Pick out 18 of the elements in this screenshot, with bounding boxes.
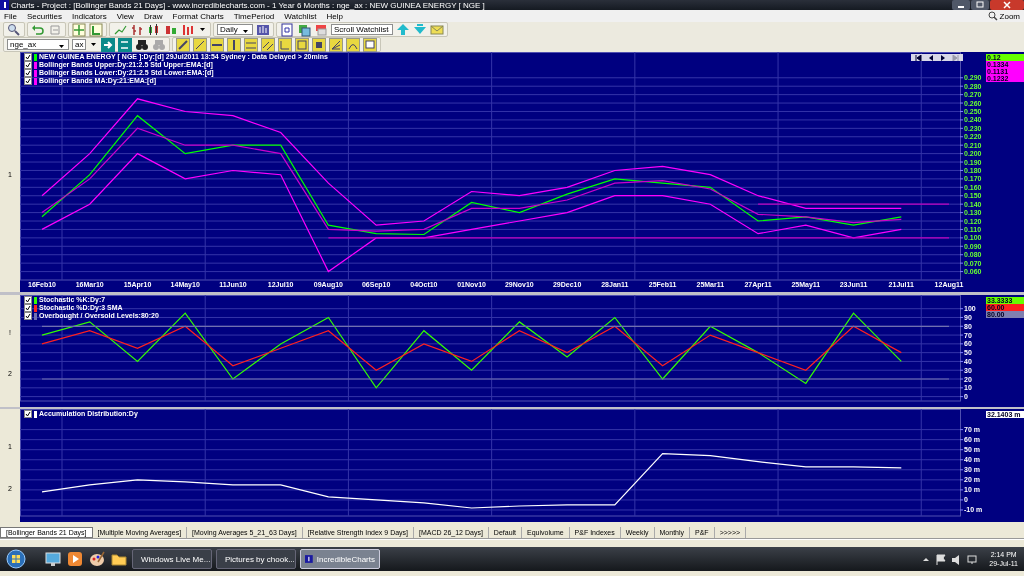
menu-item[interactable]: File [4, 11, 17, 21]
menu-item[interactable]: Indicators [72, 11, 107, 21]
taskbar-button[interactable]: Windows Live Me... [132, 549, 212, 569]
exchange-field[interactable]: ax [72, 39, 86, 50]
menu-item[interactable]: Format Charts [172, 11, 224, 21]
window-title: Charts - Project : [Bollinger Bands 21 Days] - www.incrediblecharts.com - 1 Year 6 Months : nge_ax : NEW GUINEA ENERGY [ NGE ] [10, 0, 486, 10]
menu-item[interactable]: Securities [26, 11, 62, 21]
menu-item[interactable]: Help [326, 11, 343, 21]
taskbar-button[interactable]: Pictures by chook... [216, 549, 296, 569]
watchlist-dropdown[interactable]: Scroll Watchlist [331, 24, 393, 35]
symbol-dropdown[interactable]: nge_ax [7, 39, 69, 50]
menu-item[interactable]: Watchlist [284, 11, 317, 21]
menu-item[interactable]: TimePeriod [233, 11, 275, 21]
period-dropdown[interactable]: Daily [217, 24, 253, 35]
zoom-button[interactable]: Zoom [999, 11, 1020, 21]
menu-item[interactable]: Draw [143, 11, 163, 21]
menu-item[interactable]: View [116, 11, 134, 21]
taskbar-button[interactable]: IncredibleCharts [300, 549, 380, 569]
